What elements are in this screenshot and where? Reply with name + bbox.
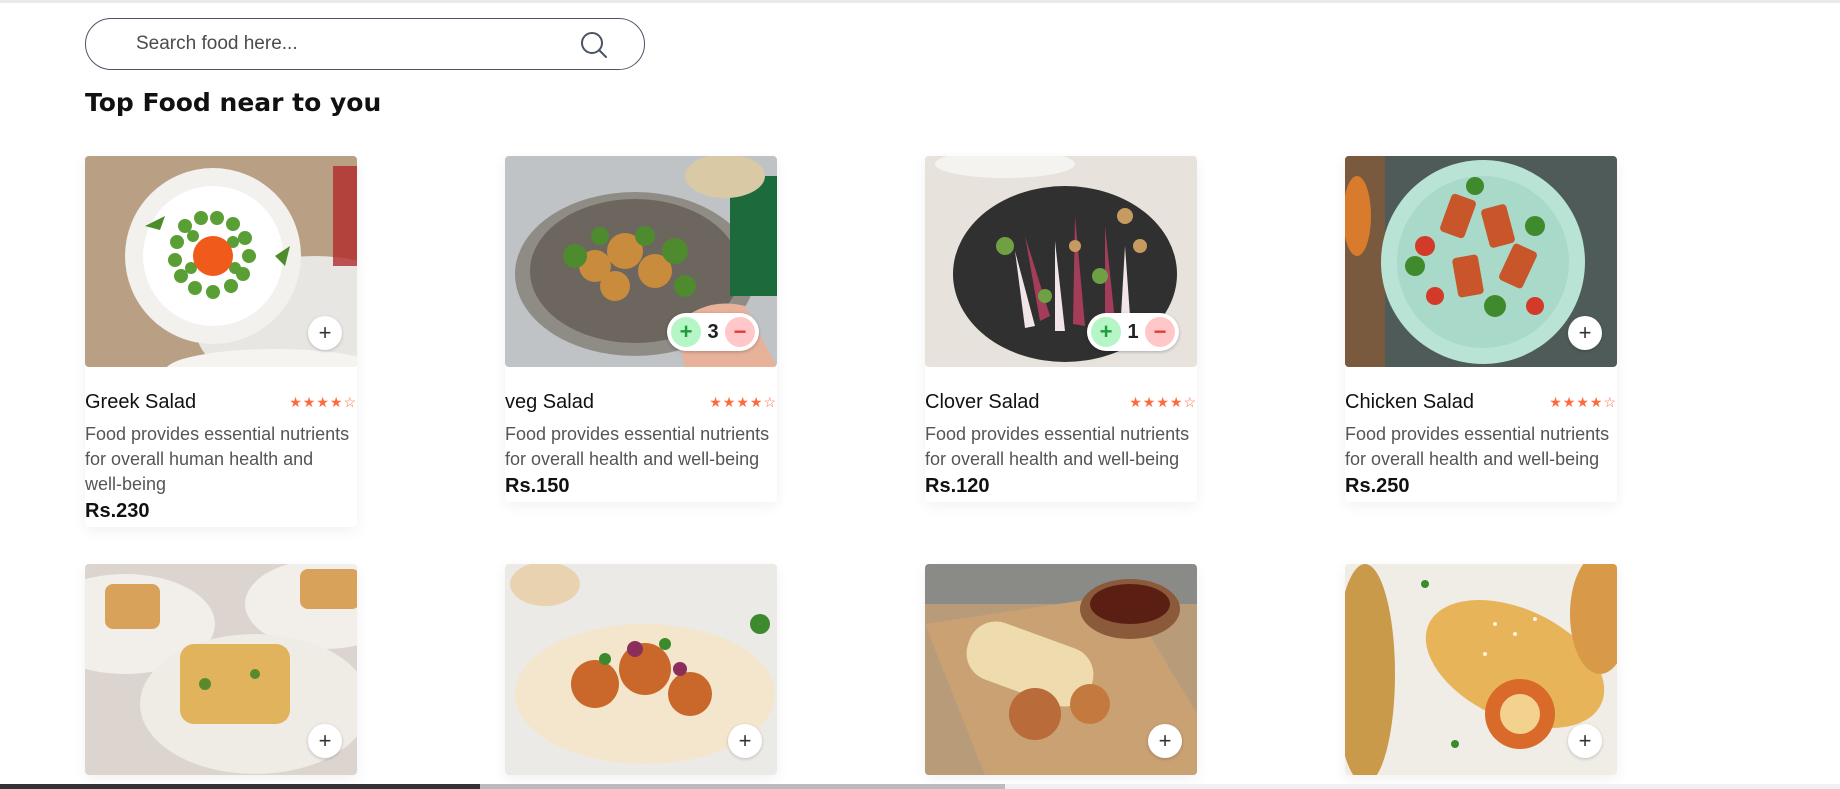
food-description: Food provides essential nutrients for ov…: [925, 424, 1190, 469]
food-card[interactable]: +: [85, 564, 357, 775]
quantity-value: 3: [707, 320, 719, 343]
search-icon[interactable]: [580, 31, 608, 59]
increment-button[interactable]: +: [1091, 317, 1121, 347]
food-card-greek-salad[interactable]: + Greek Salad ★★★★☆ Food provides essent…: [85, 156, 357, 527]
rating-stars: ★★★★☆: [1129, 394, 1197, 410]
add-to-cart-button[interactable]: +: [728, 724, 762, 758]
rating-stars: ★★★★☆: [709, 394, 777, 410]
food-image: +: [1345, 156, 1617, 367]
add-to-cart-button[interactable]: +: [308, 316, 342, 350]
scrollbar-thumb[interactable]: [0, 784, 480, 789]
food-card-veg-salad[interactable]: + 3 − veg Salad ★★★★☆ Food provides esse…: [505, 156, 777, 502]
search-input[interactable]: [136, 33, 536, 55]
food-card[interactable]: +: [925, 564, 1197, 775]
food-image: +: [85, 564, 357, 775]
food-price: Rs.150: [505, 475, 570, 497]
section-title: Top Food near to you: [85, 88, 382, 117]
add-to-cart-button[interactable]: +: [1568, 316, 1602, 350]
food-description: Food provides essential nutrients for ov…: [1345, 424, 1610, 469]
quantity-value: 1: [1127, 320, 1139, 343]
food-card-chicken-salad[interactable]: + Chicken Salad ★★★★☆ Food provides esse…: [1345, 156, 1617, 502]
food-card[interactable]: +: [505, 564, 777, 775]
add-to-cart-button[interactable]: +: [1568, 724, 1602, 758]
decrement-button[interactable]: −: [1145, 317, 1175, 347]
food-name: Greek Salad: [85, 391, 197, 413]
rating-stars: ★★★★☆: [289, 394, 357, 410]
quantity-stepper[interactable]: + 3 −: [667, 313, 759, 351]
food-price: Rs.250: [1345, 475, 1410, 497]
quantity-stepper[interactable]: + 1 −: [1087, 313, 1179, 351]
food-price: Rs.230: [85, 500, 150, 522]
food-name: veg Salad: [505, 391, 594, 413]
top-border: [0, 0, 1840, 3]
food-image: + 1 −: [925, 156, 1197, 367]
add-to-cart-button[interactable]: +: [1148, 724, 1182, 758]
food-description: Food provides essential nutrients for ov…: [505, 424, 770, 469]
food-card-clover-salad[interactable]: + 1 − Clover Salad ★★★★☆ Food provides e…: [925, 156, 1197, 502]
decrement-button[interactable]: −: [725, 317, 755, 347]
search-bar[interactable]: [85, 18, 645, 70]
food-image: +: [505, 564, 777, 775]
increment-button[interactable]: +: [671, 317, 701, 347]
food-name: Chicken Salad: [1345, 391, 1474, 413]
add-to-cart-button[interactable]: +: [308, 724, 342, 758]
food-card[interactable]: +: [1345, 564, 1617, 775]
food-image: + 3 −: [505, 156, 777, 367]
food-image: +: [925, 564, 1197, 775]
rating-stars: ★★★★☆: [1549, 394, 1617, 410]
food-image: +: [1345, 564, 1617, 775]
food-description: Food provides essential nutrients for ov…: [85, 424, 350, 494]
food-name: Clover Salad: [925, 391, 1040, 413]
horizontal-scrollbar[interactable]: [0, 784, 1840, 789]
food-price: Rs.120: [925, 475, 990, 497]
food-image: +: [85, 156, 357, 367]
